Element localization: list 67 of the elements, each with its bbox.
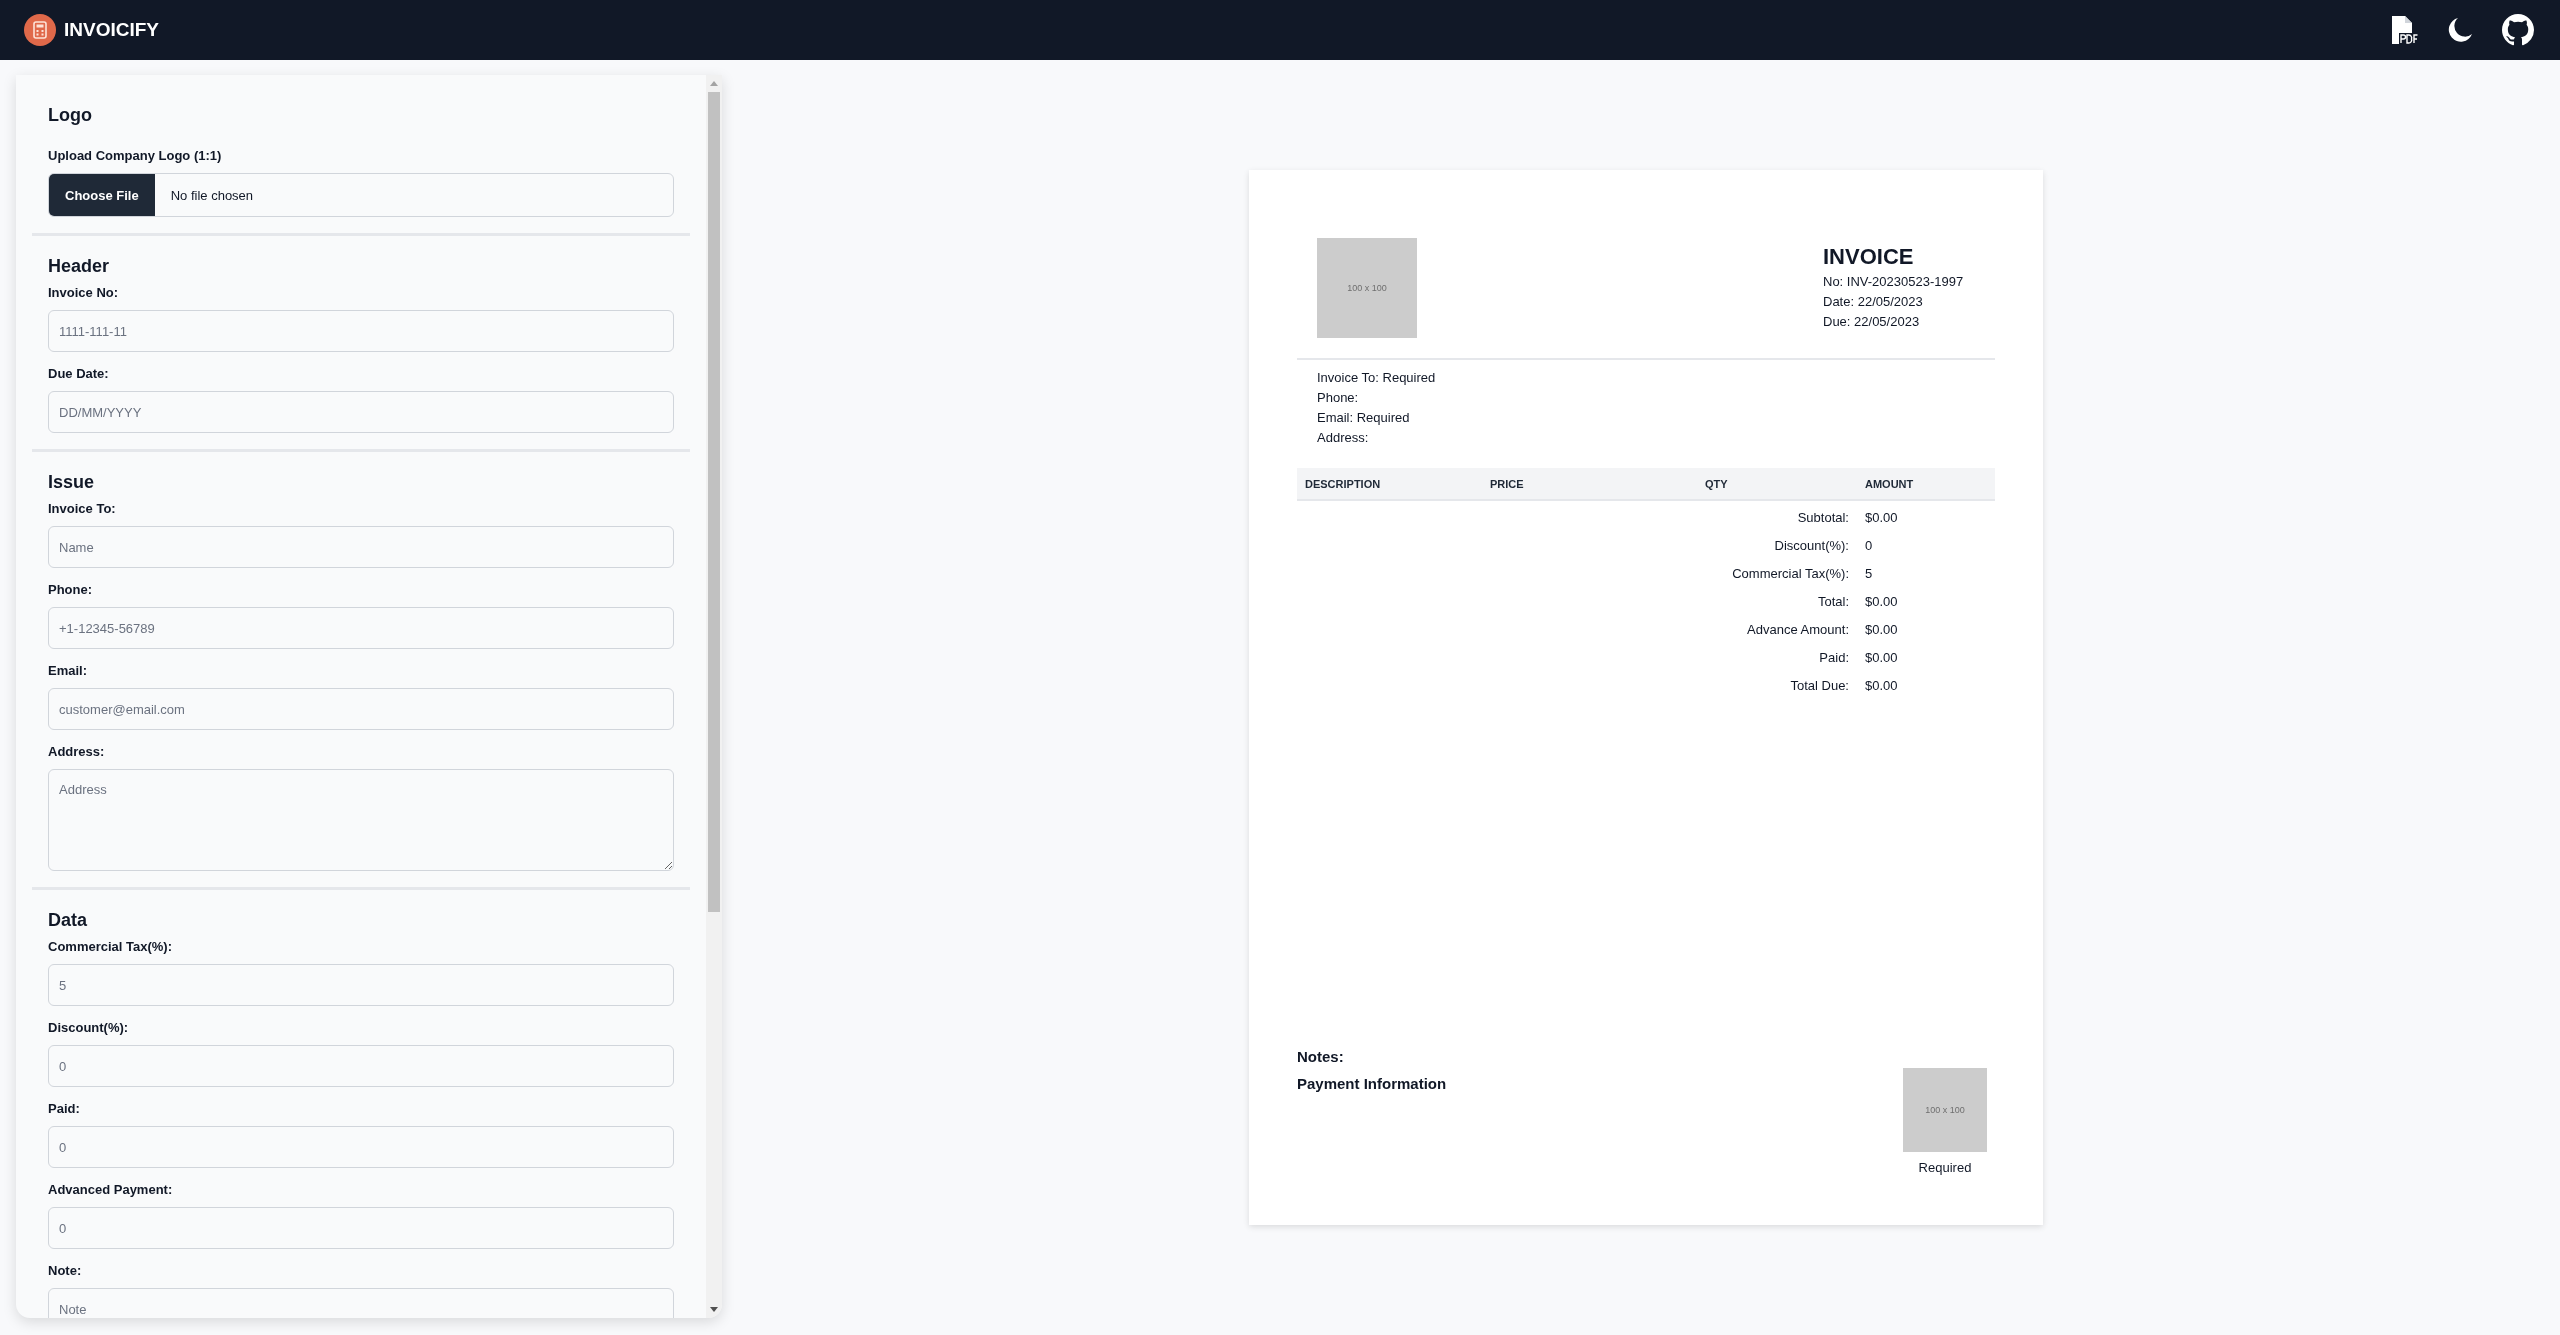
column-header: QTY [1705, 477, 1729, 490]
input-field[interactable]: customer@email.com [48, 688, 674, 730]
field-label: Upload Company Logo (1:1) [48, 148, 223, 163]
total-label: Advance Amount: [1746, 621, 1849, 639]
field-label: Phone: [48, 582, 94, 597]
section-heading: Logo [48, 105, 93, 126]
input-field[interactable]: 0 [48, 1045, 674, 1087]
column-header: PRICE [1490, 477, 1525, 490]
choose-file-button[interactable]: Choose File [49, 174, 155, 216]
field-label: Advanced Payment: [48, 1182, 174, 1197]
section-heading: Data [48, 910, 88, 931]
total-label: Paid: [1818, 649, 1849, 667]
notes-heading: Notes: [1297, 1048, 1345, 1065]
total-value: $0.00 [1865, 593, 1899, 611]
total-value: 0 [1865, 537, 1874, 555]
field-label: Invoice No: [48, 285, 120, 300]
field-label: Commercial Tax(%): [48, 939, 173, 954]
input-field[interactable]: 0 [48, 1207, 674, 1249]
field-label: Paid: [48, 1101, 81, 1116]
total-label: Total Due: [1789, 677, 1849, 695]
scrollbar-thumb[interactable] [708, 92, 720, 912]
github-icon[interactable] [2502, 14, 2534, 46]
input-field[interactable]: 1111-111-11 [48, 310, 674, 352]
input-field[interactable]: Note [48, 1288, 674, 1318]
column-header: AMOUNT [1865, 477, 1915, 490]
calculator-icon [24, 14, 56, 46]
address-field[interactable]: Address [48, 769, 674, 871]
field-label: Address: [48, 744, 106, 759]
total-label: Subtotal: [1796, 509, 1849, 527]
scrollbar[interactable] [706, 75, 722, 1318]
total-value: $0.00 [1865, 649, 1899, 667]
placeholder-text: 100 x 100 [1925, 1105, 1965, 1115]
input-field[interactable]: Name [48, 526, 674, 568]
app-title: INVOICIFY [64, 19, 159, 41]
section-heading: Issue [48, 472, 96, 493]
input-field[interactable]: +1-12345-56789 [48, 607, 674, 649]
input-field[interactable]: DD/MM/YYYY [48, 391, 674, 433]
field-label: Discount(%): [48, 1020, 130, 1035]
bill-to-text: Phone: [1317, 389, 1360, 407]
signature-caption: Required [1918, 1160, 1972, 1175]
total-label: Commercial Tax(%): [1731, 565, 1849, 583]
invoice-meta-text: Date: 22/05/2023 [1823, 293, 1924, 311]
invoice-meta-text: Due: 22/05/2023 [1823, 313, 1921, 331]
file-status-text: No file chosen [169, 187, 254, 203]
bill-to-text: Address: [1317, 429, 1370, 447]
section-heading: Header [48, 256, 111, 277]
input-field[interactable]: 0 [48, 1126, 674, 1168]
invoice-meta-text: No: INV-20230523-1997 [1823, 273, 1965, 291]
total-value: $0.00 [1865, 509, 1899, 527]
file-input[interactable]: Choose File No file chosen [48, 173, 674, 217]
column-header: DESCRIPTION [1305, 477, 1382, 490]
placeholder-text: 100 x 100 [1347, 283, 1387, 293]
total-value: 5 [1865, 565, 1874, 583]
input-field[interactable]: 5 [48, 964, 674, 1006]
field-label: Email: [48, 663, 88, 678]
scroll-down-icon[interactable] [710, 1307, 718, 1312]
total-label: Total: [1816, 593, 1849, 611]
field-label: Note: [48, 1263, 83, 1278]
total-label: Discount(%): [1773, 537, 1849, 555]
bill-to-text: Invoice To: Required [1317, 369, 1437, 387]
invoice-title: INVOICE [1823, 244, 1915, 270]
field-label: Due Date: [48, 366, 110, 381]
total-value: $0.00 [1865, 621, 1899, 639]
total-value: $0.00 [1865, 677, 1899, 695]
bill-to-text: Email: Required [1317, 409, 1411, 427]
payment-heading: Payment Information [1297, 1075, 1447, 1092]
field-label: Invoice To: [48, 501, 117, 516]
